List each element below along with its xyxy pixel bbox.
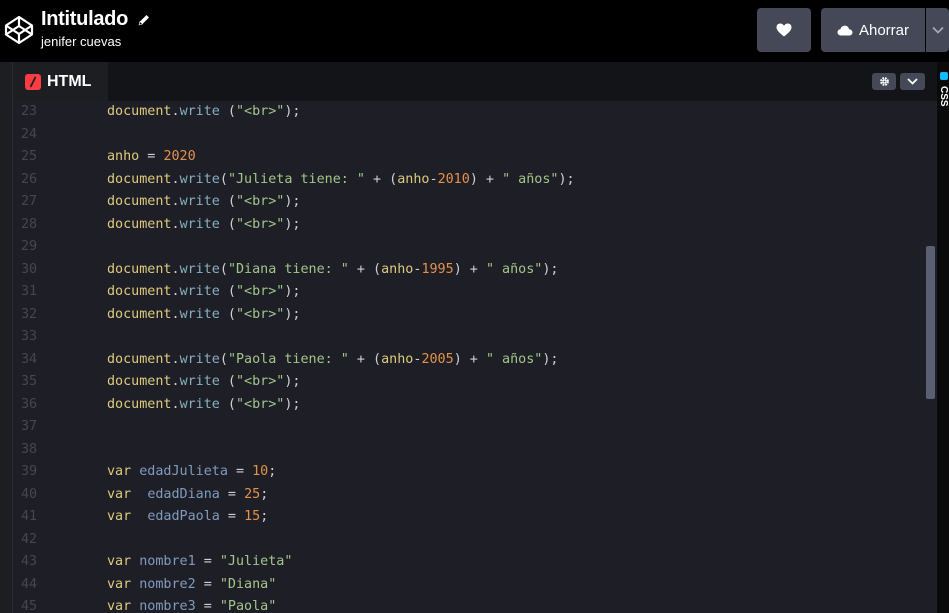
line-number: 29 — [21, 239, 38, 254]
code-line[interactable]: 42 — [13, 529, 937, 552]
code-line[interactable]: 31 document.write ("<br>"); — [13, 281, 937, 304]
code-text: var edadDiana = 25; — [107, 486, 269, 502]
code-line[interactable]: 25 anho = 2020 — [13, 146, 937, 169]
code-text: document.write ("<br>"); — [107, 396, 301, 412]
line-number: 36 — [21, 396, 38, 412]
line-number: 25 — [21, 149, 38, 164]
html-icon — [25, 73, 41, 90]
line-number: 24 — [21, 126, 38, 142]
code-text: document.write ("<br>"); — [107, 216, 301, 232]
line-number: 31 — [21, 284, 38, 299]
line-number: 45 — [21, 599, 38, 613]
code-line[interactable]: 34 document.write("Paola tiene: " + (anho… — [13, 349, 937, 372]
code-text: var edadPaola = 15; — [107, 509, 269, 524]
tab-html-label: HTML — [47, 72, 92, 90]
editor-settings-button[interactable] — [872, 73, 896, 90]
like-button[interactable] — [757, 8, 811, 52]
code-text: document.write ("<br>"); — [107, 284, 301, 299]
line-number: 28 — [21, 216, 38, 232]
pen-title[interactable]: Intitulado — [41, 8, 128, 31]
code-line[interactable]: 30 document.write("Diana tiene: " + (anho… — [13, 259, 937, 282]
code-text: var nombre2 = "Diana" — [107, 576, 277, 592]
codepen-logo-icon[interactable] — [3, 14, 35, 46]
code-text: document.write ("<br>"); — [107, 194, 301, 209]
author-name[interactable]: jenifer cuevas — [41, 34, 151, 49]
line-number: 42 — [21, 531, 38, 547]
chevron-down-icon — [907, 78, 918, 85]
css-pane-strip[interactable] — [937, 62, 949, 613]
code-text: document.write ("<br>"); — [107, 306, 301, 322]
tab-html[interactable]: HTML — [13, 62, 108, 101]
css-icon — [940, 72, 948, 80]
line-number: 26 — [21, 171, 38, 187]
pen-title-area: Intitulado jenifer cuevas — [41, 8, 151, 49]
tab-css-label[interactable]: CSS — [937, 86, 949, 107]
editor-collapse-button[interactable] — [900, 73, 925, 90]
code-line[interactable]: 41 var edadPaola = 15; — [13, 506, 937, 529]
code-line[interactable]: 26 document.write("Julieta tiene: " + (an… — [13, 169, 937, 192]
line-number: 43 — [21, 554, 38, 569]
html-editor-pane: HTML 23 document.write ("<br>"); 24 25 anho … — [13, 62, 937, 613]
code-line[interactable]: 36 document.write ("<br>"); — [13, 394, 937, 417]
line-number: 39 — [21, 464, 38, 479]
code-line[interactable]: 43 var nombre1 = "Julieta" — [13, 551, 937, 574]
heart-icon — [776, 23, 792, 37]
line-number: 37 — [21, 419, 38, 434]
line-number: 27 — [21, 194, 38, 209]
code-text: anho = 2020 — [107, 149, 196, 164]
save-button[interactable]: Ahorrar — [821, 8, 925, 52]
line-number: 34 — [21, 351, 38, 367]
code-line[interactable]: 45 var nombre3 = "Paola" — [13, 596, 937, 613]
code-text: document.write("Paola tiene: " + (anho-2… — [107, 351, 559, 367]
code-line[interactable]: 29 — [13, 236, 937, 259]
code-line[interactable]: 27 document.write ("<br>"); — [13, 191, 937, 214]
code-area[interactable]: 23 document.write ("<br>"); 24 25 anho = 202… — [13, 101, 937, 613]
code-line[interactable]: 33 — [13, 326, 937, 349]
line-number: 33 — [21, 329, 38, 344]
left-resize-strip[interactable] — [0, 62, 13, 613]
line-number: 38 — [21, 441, 38, 457]
line-number: 35 — [21, 374, 38, 389]
code-text: document.write("Diana tiene: " + (anho-1… — [107, 261, 559, 277]
code-line[interactable]: 24 — [13, 124, 937, 147]
tab-bar-fill — [108, 62, 937, 101]
save-options-button[interactable] — [926, 8, 949, 52]
code-text: var edadJulieta = 10; — [107, 464, 277, 479]
code-line[interactable]: 37 — [13, 416, 937, 439]
editor-tab-bar: HTML — [13, 62, 937, 101]
code-text: var nombre1 = "Julieta" — [107, 554, 293, 569]
save-button-label: Ahorrar — [858, 21, 910, 39]
cloud-icon — [837, 25, 853, 35]
code-line[interactable]: 44 var nombre2 = "Diana" — [13, 574, 937, 597]
line-number: 30 — [21, 261, 38, 277]
code-text: var nombre3 = "Paola" — [107, 599, 277, 613]
code-line[interactable]: 38 — [13, 439, 937, 462]
top-bar: Intitulado jenifer cuevas Ahorrar — [0, 0, 949, 62]
code-text: document.write("Julieta tiene: " + (anho… — [107, 171, 575, 187]
line-number: 32 — [21, 306, 38, 322]
line-number: 41 — [21, 509, 38, 524]
line-number: 23 — [21, 104, 38, 119]
code-line[interactable]: 28 document.write ("<br>"); — [13, 214, 937, 237]
code-line[interactable]: 23 document.write ("<br>"); — [13, 101, 937, 124]
pencil-icon[interactable] — [137, 13, 151, 27]
gear-icon — [879, 77, 889, 86]
code-line[interactable]: 39 var edadJulieta = 10; — [13, 461, 937, 484]
code-line[interactable]: 40 var edadDiana = 25; — [13, 484, 937, 507]
vertical-scrollbar[interactable] — [926, 246, 935, 399]
code-line[interactable]: 35 document.write ("<br>"); — [13, 371, 937, 394]
line-number: 40 — [21, 486, 38, 502]
chevron-down-icon — [931, 26, 944, 34]
code-text: document.write ("<br>"); — [107, 104, 301, 119]
code-line[interactable]: 32 document.write ("<br>"); — [13, 304, 937, 327]
line-number: 44 — [21, 576, 38, 592]
code-text: document.write ("<br>"); — [107, 374, 301, 389]
